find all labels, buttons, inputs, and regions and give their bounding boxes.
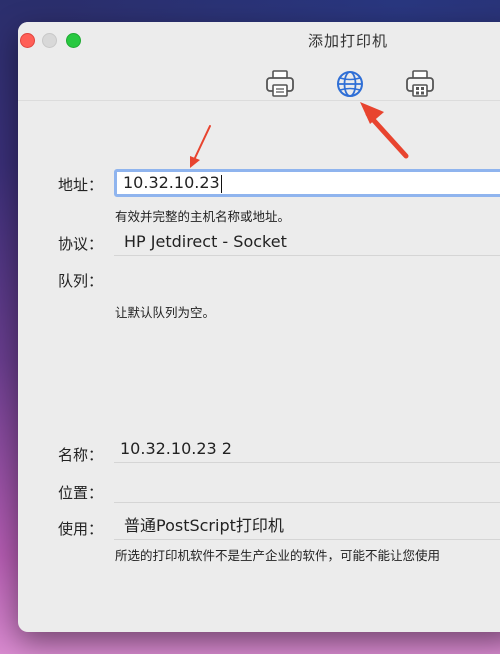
window-title: 添加打印机 bbox=[308, 32, 389, 50]
use-select[interactable]: 普通PostScript打印机 bbox=[114, 512, 500, 540]
name-input[interactable]: 10.32.10.23 2 bbox=[114, 435, 500, 463]
address-value: 10.32.10.23 bbox=[123, 173, 220, 192]
address-label: 地址： bbox=[58, 176, 104, 194]
close-button[interactable] bbox=[20, 33, 35, 48]
name-label: 名称： bbox=[58, 446, 104, 464]
address-input[interactable]: 10.32.10.23 bbox=[114, 169, 500, 197]
name-value: 10.32.10.23 2 bbox=[120, 439, 232, 458]
minimize-button[interactable] bbox=[42, 33, 57, 48]
zoom-button[interactable] bbox=[66, 33, 81, 48]
annotation-arrow-icon bbox=[360, 102, 409, 159]
queue-hint: 让默认队列为空。 bbox=[115, 305, 216, 320]
address-hint: 有效并完整的主机名称或地址。 bbox=[115, 209, 291, 224]
protocol-label: 协议： bbox=[58, 235, 104, 253]
text-caret bbox=[220, 174, 222, 193]
add-printer-window: 添加打印机 地址： 10.32.10.23 有效并完整的主机名称或地址。 协议：… bbox=[18, 22, 500, 632]
location-label: 位置： bbox=[58, 484, 104, 502]
queue-input[interactable] bbox=[114, 265, 500, 293]
use-hint: 所选的打印机软件不是生产企业的软件，可能不能让您使用 bbox=[115, 548, 441, 563]
use-label: 使用： bbox=[58, 520, 104, 538]
annotation-arrow-icon bbox=[190, 125, 211, 168]
use-value: 普通PostScript打印机 bbox=[124, 516, 284, 535]
printer-icon[interactable] bbox=[264, 68, 296, 100]
location-input[interactable] bbox=[114, 475, 500, 503]
protocol-select[interactable]: HP Jetdirect - Socket bbox=[114, 228, 500, 256]
queue-label: 队列： bbox=[58, 272, 104, 290]
title-bar: 添加打印机 bbox=[18, 22, 500, 101]
protocol-value: HP Jetdirect - Socket bbox=[124, 232, 287, 251]
